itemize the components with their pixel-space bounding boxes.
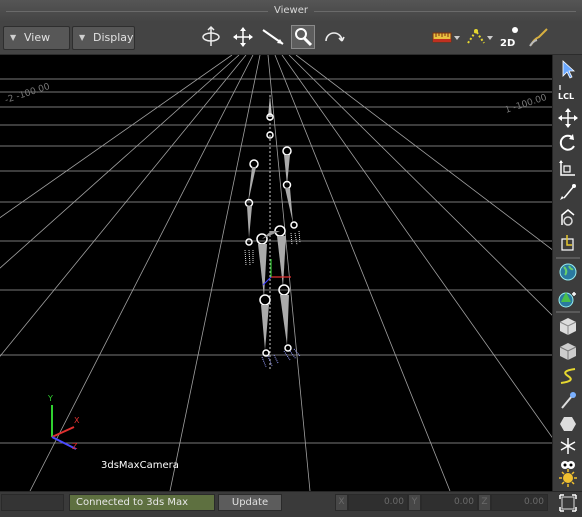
camera-label: 3dsMaxCamera xyxy=(101,460,179,471)
rotate-icon[interactable] xyxy=(556,132,580,154)
undo-view-icon[interactable] xyxy=(322,25,346,49)
update-button[interactable]: Update xyxy=(218,494,282,511)
status-empty-field xyxy=(1,494,64,511)
ik-icon[interactable] xyxy=(556,207,580,229)
x-coord-field[interactable]: 0.00 xyxy=(348,494,408,511)
z-coord-field[interactable]: 0.00 xyxy=(491,494,548,511)
axis-z-label: Z xyxy=(72,442,78,451)
title-rule-right xyxy=(314,11,576,12)
bone-icon[interactable] xyxy=(556,390,580,412)
grid-label-left: -2 -100.00 xyxy=(4,82,52,106)
skeleton xyxy=(244,95,301,370)
tool-sidebar: LCL xyxy=(552,55,582,491)
cube-icon[interactable] xyxy=(556,340,580,362)
view-dropdown-label: View xyxy=(24,31,51,44)
move-icon[interactable] xyxy=(556,107,580,129)
chevron-down-icon: ▼ xyxy=(79,33,86,42)
viewer-toolbar: ▼ View ▼ Display 2D xyxy=(0,22,582,55)
orbit-icon[interactable] xyxy=(199,25,223,49)
2d-view-icon[interactable]: 2D xyxy=(499,25,523,49)
curve-icon[interactable] xyxy=(556,365,580,387)
globe-icon[interactable] xyxy=(556,261,580,283)
globe-tree-icon[interactable] xyxy=(556,288,580,310)
view-dropdown[interactable]: ▼ View xyxy=(3,26,70,50)
sidebar-divider xyxy=(556,311,580,313)
snap-icon[interactable] xyxy=(556,182,580,204)
light-icon[interactable] xyxy=(556,467,580,489)
hexagon-icon[interactable] xyxy=(556,413,580,435)
path-icon[interactable] xyxy=(465,25,495,49)
y-coord-label: Y xyxy=(408,494,421,511)
frame-icon[interactable] xyxy=(557,492,579,514)
select-icon[interactable] xyxy=(556,58,580,80)
axis-x-label: X xyxy=(74,416,80,425)
pivot-icon[interactable] xyxy=(556,232,580,254)
brush-icon[interactable] xyxy=(527,25,551,49)
3d-viewport[interactable]: -2 -100.00 1 -100.00 Y X Z 3dsMaxCamera xyxy=(0,55,552,491)
chevron-down-icon: ▼ xyxy=(10,33,17,42)
cube-solid-icon[interactable] xyxy=(556,315,580,337)
connection-status: Connected to 3ds Max xyxy=(69,494,215,511)
viewport-scene: -2 -100.00 1 -100.00 Y X Z xyxy=(0,55,552,491)
zoom-icon[interactable] xyxy=(291,25,315,49)
dolly-icon[interactable] xyxy=(261,25,285,49)
grid-label-right: 1 -100.00 xyxy=(504,93,549,116)
local-axis-icon[interactable]: LCL xyxy=(556,82,580,104)
2d-label: 2D xyxy=(500,38,515,49)
axis-y-label: Y xyxy=(47,394,53,403)
sidebar-divider xyxy=(556,257,580,259)
z-coord-label: Z xyxy=(478,494,491,511)
status-bar: Connected to 3ds Max Update X 0.00 Y 0.0… xyxy=(0,491,582,515)
lcl-label: LCL xyxy=(558,92,574,101)
pan-icon[interactable] xyxy=(231,25,255,49)
y-coord-field[interactable]: 0.00 xyxy=(421,494,478,511)
display-dropdown[interactable]: ▼ Display xyxy=(72,26,135,50)
display-dropdown-label: Display xyxy=(93,31,134,44)
title-bar: Viewer xyxy=(0,0,582,22)
ruler-icon[interactable] xyxy=(431,25,461,49)
x-coord-label: X xyxy=(335,494,348,511)
scale-icon[interactable] xyxy=(556,157,580,179)
